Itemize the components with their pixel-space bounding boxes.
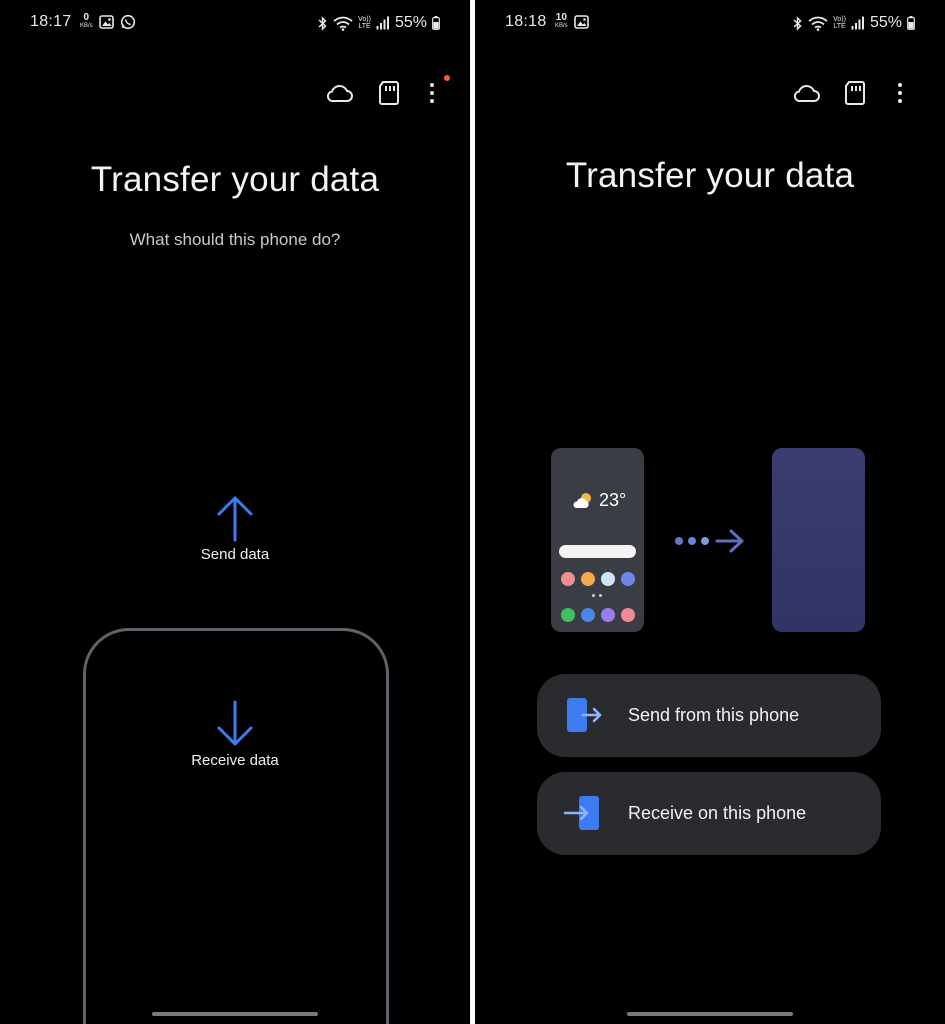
status-bar: 18:17 0 KB/s Vo)) LTE 55% — [0, 12, 470, 34]
more-vert-icon[interactable] — [896, 82, 904, 104]
top-toolbar — [475, 78, 945, 114]
app-icon — [581, 572, 595, 586]
gallery-icon — [98, 15, 114, 29]
search-bar-graphic — [559, 545, 636, 558]
page-title: Transfer your data — [565, 156, 855, 195]
network-speed: 0 KB/s — [80, 12, 93, 30]
cloud-icon[interactable] — [791, 82, 821, 104]
transfer-dots-arrow-icon — [675, 529, 744, 553]
app-icon — [561, 572, 575, 586]
receive-data-button[interactable]: Receive data — [0, 700, 470, 769]
gesture-nav-bar[interactable] — [627, 1012, 793, 1016]
arrow-up-icon — [217, 496, 253, 542]
app-row-1 — [561, 572, 635, 586]
battery-percent: 55% — [869, 14, 902, 31]
send-data-button[interactable]: Send data — [0, 494, 470, 563]
notification-dot — [444, 75, 450, 81]
page-title: Transfer your data — [90, 160, 380, 199]
gallery-icon — [573, 15, 589, 29]
volte-indicator: Vo)) LTE — [833, 16, 846, 30]
cloud-icon[interactable] — [324, 82, 354, 104]
battery-icon — [907, 16, 915, 30]
bluetooth-icon — [793, 15, 802, 31]
receive-data-label: Receive data — [191, 752, 279, 769]
app-icon — [601, 572, 615, 586]
receive-on-this-phone-button[interactable]: Receive on this phone — [537, 772, 881, 855]
partly-cloudy-icon — [573, 492, 591, 508]
battery-icon — [432, 16, 440, 30]
receive-phone-icon — [563, 796, 599, 830]
new-phone-illustration — [772, 448, 865, 632]
sd-card-icon[interactable] — [844, 80, 866, 106]
send-data-label: Send data — [200, 546, 270, 563]
app-icon — [581, 608, 595, 622]
more-vert-icon[interactable] — [428, 82, 436, 104]
weather-widget: 23° — [571, 490, 626, 511]
send-from-this-phone-label: Send from this phone — [628, 705, 800, 725]
send-phone-icon — [567, 698, 602, 732]
bluetooth-icon — [318, 15, 327, 31]
page-indicator — [592, 594, 602, 597]
app-row-2 — [561, 608, 635, 622]
status-time: 18:18 — [505, 13, 547, 30]
app-icon — [601, 608, 615, 622]
top-toolbar — [0, 75, 470, 114]
app-icon — [561, 608, 575, 622]
app-icon — [621, 572, 635, 586]
signal-icon — [376, 16, 389, 30]
wifi-icon — [808, 16, 828, 31]
whatsapp-icon — [120, 14, 135, 30]
wifi-icon — [333, 16, 353, 31]
sd-card-icon[interactable] — [378, 80, 400, 106]
receive-on-this-phone-label: Receive on this phone — [628, 803, 807, 823]
volte-indicator: Vo)) LTE — [358, 16, 371, 30]
status-bar: 18:18 10 KB/s Vo)) LTE 55% — [475, 12, 945, 34]
gesture-nav-bar[interactable] — [152, 1012, 318, 1016]
receiving-phone-outline — [83, 628, 389, 1024]
battery-percent: 55% — [394, 14, 427, 31]
left-phone-screen: 18:17 0 KB/s Vo)) LTE 55% Transfer your — [0, 0, 470, 1024]
send-from-this-phone-button[interactable]: Send from this phone — [537, 674, 881, 757]
old-phone-illustration: 23° — [551, 448, 644, 632]
arrow-down-icon — [217, 700, 253, 746]
network-speed: 10 KB/s — [555, 12, 568, 30]
page-subtitle: What should this phone do? — [129, 230, 341, 249]
status-time: 18:17 — [30, 13, 72, 30]
app-icon — [621, 608, 635, 622]
temperature-text: 23° — [599, 490, 627, 510]
right-phone-screen: 18:18 10 KB/s Vo)) LTE 55% Transfer your… — [475, 0, 945, 1024]
signal-icon — [851, 16, 864, 30]
